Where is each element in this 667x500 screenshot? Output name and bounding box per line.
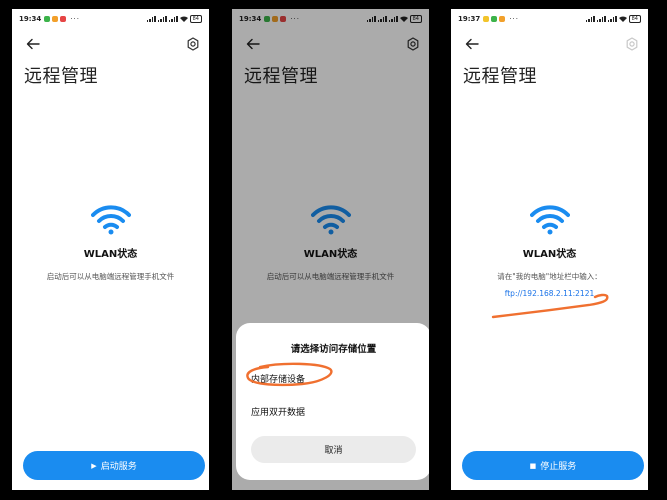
option-internal-storage[interactable]: 内部存储设备 xyxy=(251,372,305,385)
status-bar: 19:34 ··· 84 xyxy=(12,9,209,29)
wifi-status-icon xyxy=(618,16,627,22)
phone-screen-2: 19:34 ··· 84 远程管理 WLAN状态 启动后可以从电脑端远程管理手机… xyxy=(232,9,429,490)
wechat-notification-icon xyxy=(44,16,51,22)
address-instruction: 请在"我的电脑"地址栏中输入： xyxy=(497,272,602,281)
signal-icon xyxy=(168,16,178,22)
phone-screen-3: 19:37 ··· 84 远程管理 WLAN状态 请在"我的电脑"地址栏中输入：… xyxy=(451,9,648,490)
system-status-icons: 84 xyxy=(585,15,641,23)
wifi-icon xyxy=(530,205,570,235)
page-title: 远程管理 xyxy=(463,66,537,87)
page-title: 远程管理 xyxy=(24,66,98,87)
gear-icon[interactable] xyxy=(186,37,200,51)
status-time: 19:37 xyxy=(458,15,481,23)
signal-icon xyxy=(146,16,156,22)
status-time: 19:34 xyxy=(19,15,42,23)
wechat-notification-icon xyxy=(491,16,498,22)
signal-icon xyxy=(596,16,606,22)
wlan-status-title: WLAN状态 xyxy=(522,249,577,260)
signal-icon xyxy=(585,16,595,22)
stop-service-label: 停止服务 xyxy=(540,462,577,472)
dialog-title: 请选择访问存储位置 xyxy=(290,344,377,355)
stop-icon: ■ xyxy=(529,461,537,470)
back-arrow-icon[interactable] xyxy=(26,37,40,51)
more-notifications-icon: ··· xyxy=(70,15,80,23)
app-notification-icon xyxy=(52,16,59,22)
app-notification-icon xyxy=(483,16,490,22)
wifi-status-icon xyxy=(179,16,188,22)
system-status-icons: 84 xyxy=(146,15,202,23)
signal-icon xyxy=(157,16,167,22)
back-arrow-icon[interactable] xyxy=(465,37,479,51)
battery-icon: 84 xyxy=(628,15,641,23)
play-icon: ▶ xyxy=(91,461,97,470)
gear-icon xyxy=(626,37,638,51)
ftp-address[interactable]: ftp://192.168.2.11:2121 xyxy=(451,289,648,298)
start-service-button[interactable]: ▶ 启动服务 xyxy=(23,451,205,480)
more-notifications-icon: ··· xyxy=(509,15,519,23)
app-notification-icon xyxy=(60,16,67,22)
wlan-status-title: WLAN状态 xyxy=(83,249,138,260)
storage-location-dialog: 请选择访问存储位置 内部存储设备 应用双开数据 取消 xyxy=(236,323,429,480)
service-description: 启动后可以从电脑端远程管理手机文件 xyxy=(46,272,175,281)
option-dual-app-data[interactable]: 应用双开数据 xyxy=(251,405,305,418)
phone-screen-1: 19:34 ··· 84 远程管理 WLAN状态 启动后可以从电脑端远程管理手机… xyxy=(12,9,209,490)
battery-icon: 84 xyxy=(189,15,202,23)
cancel-button[interactable]: 取消 xyxy=(251,436,416,463)
start-service-label: 启动服务 xyxy=(100,462,137,472)
status-bar: 19:37 ··· 84 xyxy=(451,9,648,29)
stop-service-button[interactable]: ■ 停止服务 xyxy=(462,451,644,480)
signal-icon xyxy=(607,16,617,22)
app-notification-icon xyxy=(499,16,506,22)
wifi-icon xyxy=(91,205,131,235)
